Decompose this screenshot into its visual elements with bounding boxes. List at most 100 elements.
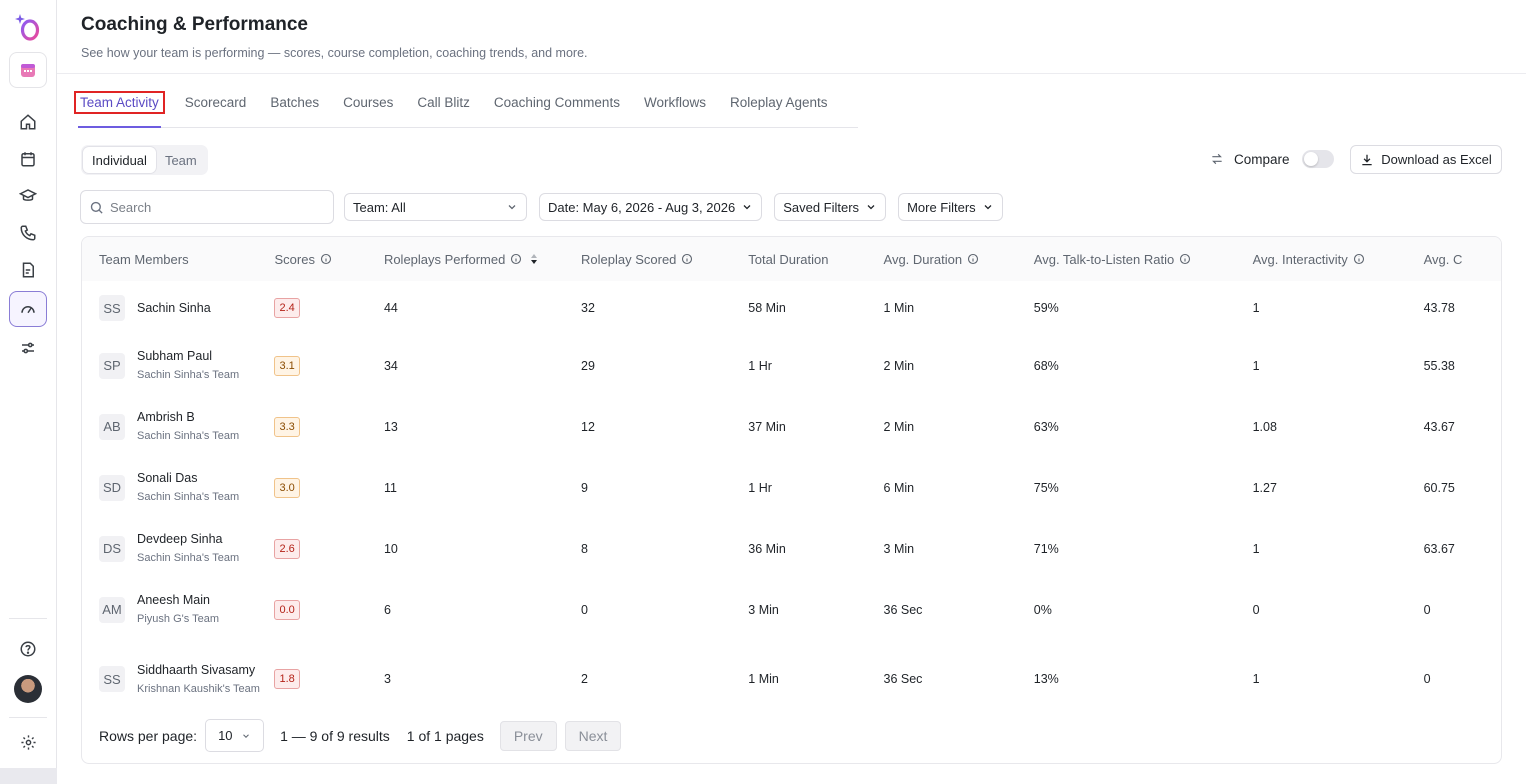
info-icon[interactable] (510, 253, 522, 265)
column-header-label: Roleplays Performed (383, 251, 506, 267)
search-box[interactable] (80, 190, 334, 224)
table-row[interactable]: AB Ambrish B Sachin Sinha's Team 3.3 13 1… (82, 396, 1501, 457)
more-filters-dropdown[interactable]: More Filters (898, 193, 1003, 221)
avg-duration-cell: 36 Sec (883, 602, 923, 617)
score-badge: 3.0 (274, 477, 300, 498)
member-initials: SD (99, 474, 125, 501)
column-header-talk-listen-ratio[interactable]: Avg. Talk-to-Listen Ratio (1033, 237, 1253, 281)
download-excel-button[interactable]: Download as Excel (1350, 145, 1502, 174)
score-cell: 3.1 (274, 335, 383, 396)
truncated-metric-cell: 0 (1423, 602, 1431, 617)
table-row[interactable]: SS Siddhaarth Sivasamy Krishnan Kaushik's… (82, 640, 1501, 718)
member-cell[interactable]: SP Subham Paul Sachin Sinha's Team (82, 335, 274, 396)
saved-filters-label: Saved Filters (783, 199, 860, 215)
table-row[interactable]: DS Devdeep Sinha Sachin Sinha's Team 2.6 … (82, 518, 1501, 579)
roleplay-scored-cell: 12 (581, 419, 595, 434)
column-header-avg-interactivity[interactable]: Avg. Interactivity (1252, 237, 1424, 281)
score-cell: 1.8 (274, 640, 383, 718)
tab-scorecard[interactable]: Scorecard (185, 88, 247, 127)
app-logo[interactable] (14, 12, 42, 42)
individual-toggle[interactable]: Individual (83, 147, 156, 173)
team-activity-table: Team Members Scores Roleplays Performed … (81, 236, 1502, 764)
column-header-scores[interactable]: Scores (274, 237, 384, 281)
info-icon[interactable] (681, 253, 693, 265)
chevron-down-icon (508, 205, 516, 210)
home-icon[interactable] (9, 104, 47, 140)
main-content: Coaching & Performance See how your team… (57, 0, 1526, 784)
roleplay-scored-cell: 2 (581, 672, 588, 686)
avg-duration-cell: 3 Min (883, 541, 915, 556)
document-icon[interactable] (9, 252, 47, 288)
column-header-truncated[interactable]: Avg. C (1423, 237, 1501, 281)
column-header-roleplays-performed[interactable]: Roleplays Performed (383, 237, 582, 281)
team-filter-dropdown[interactable]: Team: All (344, 193, 527, 221)
search-input[interactable] (110, 199, 310, 215)
calendar-icon[interactable] (9, 141, 47, 177)
chevron-down-icon (984, 205, 992, 210)
score-badge: 3.1 (274, 355, 300, 376)
table-row[interactable]: SD Sonali Das Sachin Sinha's Team 3.0 11 … (82, 457, 1501, 518)
prev-button[interactable]: Prev (499, 720, 557, 751)
next-button[interactable]: Next (564, 720, 622, 751)
coaching-gauge-icon[interactable] (9, 291, 47, 327)
help-icon[interactable] (9, 631, 47, 667)
score-cell: 3.3 (274, 396, 383, 457)
member-cell[interactable]: SD Sonali Das Sachin Sinha's Team (82, 457, 274, 518)
date-filter-dropdown[interactable]: Date: May 6, 2026 - Aug 3, 2026 (539, 193, 763, 221)
roleplay-scored-cell: 8 (581, 541, 588, 556)
saved-filters-dropdown[interactable]: Saved Filters (774, 193, 887, 221)
info-icon[interactable] (320, 253, 332, 265)
table-row[interactable]: SS Sachin Sinha 2.4 44 32 58 Min 1 Min 5… (82, 281, 1501, 335)
compare-switch[interactable] (1301, 150, 1334, 168)
tab-coaching-comments[interactable]: Coaching Comments (494, 88, 620, 127)
tab-courses[interactable]: Courses (343, 88, 393, 127)
tab-roleplay-agents[interactable]: Roleplay Agents (730, 88, 828, 127)
member-team: Krishnan Kaushik's Team (137, 682, 260, 695)
column-header-total-duration[interactable]: Total Duration (748, 237, 884, 281)
tab-workflows[interactable]: Workflows (644, 88, 706, 127)
table-row[interactable]: SP Subham Paul Sachin Sinha's Team 3.1 34… (82, 335, 1501, 396)
total-duration-cell: 1 Hr (748, 358, 772, 373)
score-cell: 2.6 (274, 518, 383, 579)
truncated-metric-cell: 60.75 (1423, 480, 1455, 495)
tab-batches[interactable]: Batches (270, 88, 319, 127)
filter-bar: Team: All Date: May 6, 2026 - Aug 3, 202… (80, 190, 1003, 224)
roleplays-performed-cell: 13 (383, 419, 398, 434)
table-row[interactable]: AM Aneesh Main Piyush G's Team 0.0 6 0 3 … (82, 579, 1501, 640)
settings-gear-icon[interactable] (9, 724, 47, 760)
member-cell[interactable]: AB Ambrish B Sachin Sinha's Team (82, 396, 274, 457)
avg-interactivity-cell: 0 (1252, 602, 1260, 617)
tab-team-activity[interactable]: Team Activity (74, 88, 165, 128)
talk-listen-ratio-cell: 0% (1033, 602, 1052, 617)
tab-call-blitz[interactable]: Call Blitz (417, 88, 470, 127)
sliders-icon[interactable] (9, 330, 47, 366)
score-badge: 2.4 (274, 298, 300, 318)
score-cell: 3.0 (274, 457, 383, 518)
member-cell[interactable]: AM Aneesh Main Piyush G's Team (82, 579, 274, 640)
rows-per-page-select[interactable]: 10 (205, 719, 265, 752)
info-icon[interactable] (1353, 253, 1365, 265)
column-header-roleplay-scored[interactable]: Roleplay Scored (581, 237, 749, 281)
info-icon[interactable] (967, 253, 979, 265)
column-header-avg-duration[interactable]: Avg. Duration (883, 237, 1034, 281)
sort-icon[interactable] (530, 253, 538, 265)
member-initials: SS (99, 295, 125, 321)
avg-interactivity-cell: 1 (1252, 358, 1260, 373)
member-cell[interactable]: SS Siddhaarth Sivasamy Krishnan Kaushik's… (82, 640, 274, 718)
member-cell[interactable]: SS Sachin Sinha (82, 281, 274, 335)
avg-duration-cell: 2 Min (883, 419, 915, 434)
info-icon[interactable] (1179, 253, 1191, 265)
column-header-team-members[interactable]: Team Members (82, 237, 275, 281)
chevron-down-icon (743, 205, 751, 210)
team-toggle[interactable]: Team (156, 147, 206, 173)
member-team: Sachin Sinha's Team (137, 369, 240, 381)
user-avatar[interactable] (14, 675, 42, 703)
date-filter-label: Date: May 6, 2026 - Aug 3, 2026 (548, 199, 736, 215)
phone-icon[interactable] (9, 215, 47, 251)
roleplays-performed-cell: 10 (383, 541, 398, 556)
swap-arrows-icon (1212, 153, 1222, 165)
graduation-cap-icon[interactable] (9, 178, 47, 214)
member-cell[interactable]: DS Devdeep Sinha Sachin Sinha's Team (82, 518, 274, 579)
calendar-app-button[interactable] (9, 52, 47, 88)
avg-interactivity-cell: 1.27 (1252, 480, 1277, 495)
